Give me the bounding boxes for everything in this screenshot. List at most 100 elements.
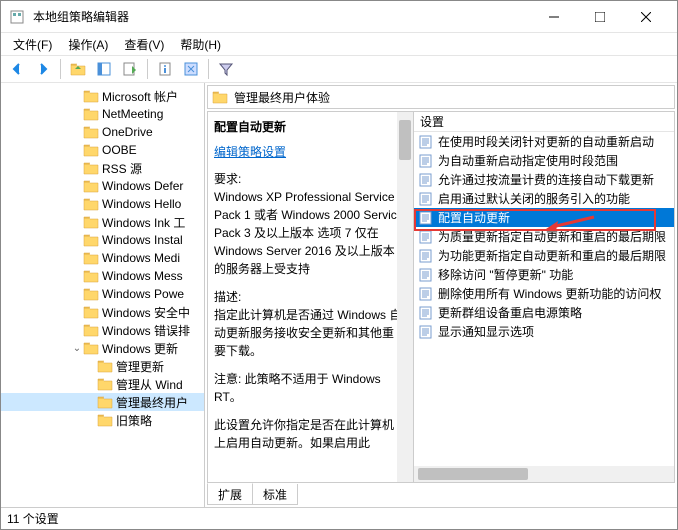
policy-icon xyxy=(418,249,434,263)
status-count: 11 个设置 xyxy=(7,510,59,527)
tree-item-label: Windows Ink 工 xyxy=(102,214,185,231)
setting-row[interactable]: 允许通过按流量计费的连接自动下载更新 xyxy=(414,170,674,189)
policy-icon xyxy=(418,211,434,225)
export-button[interactable] xyxy=(118,57,142,81)
tree-item-label: Windows Defer xyxy=(102,179,183,193)
setting-row[interactable]: 移除访问 "暂停更新" 功能 xyxy=(414,265,674,284)
tree-item[interactable]: Windows Powe xyxy=(1,285,204,303)
description-scrollbar[interactable] xyxy=(397,112,413,482)
folder-icon xyxy=(83,287,99,301)
tree-item[interactable]: Windows Ink 工 xyxy=(1,213,204,231)
forward-button[interactable] xyxy=(31,57,55,81)
folder-icon xyxy=(83,179,99,193)
tab-extended[interactable]: 扩展 xyxy=(207,483,253,505)
tree-item[interactable]: 旧策略 xyxy=(1,411,204,429)
chevron-down-icon[interactable]: ⌄ xyxy=(71,343,83,354)
policy-icon xyxy=(418,268,434,282)
tree-item[interactable]: Microsoft 帐户 xyxy=(1,87,204,105)
tree-item[interactable]: Windows Hello xyxy=(1,195,204,213)
up-button[interactable] xyxy=(66,57,90,81)
content-panel: 管理最终用户体验 配置自动更新 编辑策略设置 要求: Windows XP Pr… xyxy=(205,83,677,507)
setting-row[interactable]: 删除使用所有 Windows 更新功能的访问权 xyxy=(414,284,674,303)
tree-item[interactable]: Windows 错误排 xyxy=(1,321,204,339)
setting-row[interactable]: 为质量更新指定自动更新和重启的最后期限 xyxy=(414,227,674,246)
menu-file[interactable]: 文件(F) xyxy=(5,34,60,55)
tree-item[interactable]: Windows 安全中 xyxy=(1,303,204,321)
tree-item[interactable]: NetMeeting xyxy=(1,105,204,123)
tree-item-label: OneDrive xyxy=(102,125,153,139)
tree-item-label: 管理更新 xyxy=(116,358,164,375)
folder-icon xyxy=(83,197,99,211)
edit-policy-link[interactable]: 编辑策略设置 xyxy=(214,143,286,160)
menu-action[interactable]: 操作(A) xyxy=(60,34,116,55)
folder-icon xyxy=(83,341,99,355)
tree-item[interactable]: Windows Medi xyxy=(1,249,204,267)
tree-item[interactable]: 管理最终用户 xyxy=(1,393,204,411)
tree-item[interactable]: ⌄ Windows 更新 xyxy=(1,339,204,357)
content-header-title: 管理最终用户体验 xyxy=(234,89,330,106)
setting-row[interactable]: 更新群组设备重启电源策略 xyxy=(414,303,674,322)
folder-icon xyxy=(83,233,99,247)
policy-icon xyxy=(418,154,434,168)
setting-row[interactable]: 为自动重新启动指定使用时段范围 xyxy=(414,151,674,170)
maximize-button[interactable] xyxy=(577,1,623,33)
folder-icon xyxy=(83,89,99,103)
setting-row[interactable]: 启用通过默认关闭的服务引入的功能 xyxy=(414,189,674,208)
tree-item[interactable]: Windows Mess xyxy=(1,267,204,285)
tree[interactable]: Microsoft 帐户NetMeeting OneDrive OOBERSS 源 W… xyxy=(1,83,204,507)
tree-item[interactable]: OOBE xyxy=(1,141,204,159)
show-hide-tree-button[interactable] xyxy=(92,57,116,81)
policy-icon xyxy=(418,287,434,301)
statusbar: 11 个设置 xyxy=(1,507,677,529)
setting-row[interactable]: 显示通知显示选项 xyxy=(414,322,674,341)
content-header: 管理最终用户体验 xyxy=(207,85,675,109)
properties-button[interactable] xyxy=(153,57,177,81)
tree-item-label: 管理从 Wind xyxy=(116,376,183,393)
tree-item[interactable]: Windows Defer xyxy=(1,177,204,195)
tree-item[interactable]: 管理更新 xyxy=(1,357,204,375)
policy-icon xyxy=(418,192,434,206)
minimize-button[interactable] xyxy=(531,1,577,33)
setting-row[interactable]: 在使用时段关闭针对更新的自动重新启动 xyxy=(414,132,674,151)
tree-item-label: Windows Medi xyxy=(102,251,180,265)
tree-item[interactable]: 管理从 Wind xyxy=(1,375,204,393)
tree-item-label: 旧策略 xyxy=(116,412,152,429)
settings-column-header[interactable]: 设置 xyxy=(414,112,674,132)
settings-hscrollbar[interactable] xyxy=(414,466,674,482)
tree-item[interactable]: Windows Instal xyxy=(1,231,204,249)
close-button[interactable] xyxy=(623,1,669,33)
menu-view[interactable]: 查看(V) xyxy=(116,34,172,55)
policy-icon xyxy=(418,173,434,187)
folder-icon xyxy=(83,269,99,283)
tab-standard[interactable]: 标准 xyxy=(252,484,298,505)
toolbar xyxy=(1,55,677,83)
tree-item[interactable]: OneDrive xyxy=(1,123,204,141)
folder-icon xyxy=(212,90,228,104)
tree-panel: Microsoft 帐户NetMeeting OneDrive OOBERSS 源 W… xyxy=(1,83,205,507)
setting-label: 启用通过默认关闭的服务引入的功能 xyxy=(438,190,630,207)
tree-item-label: Windows 更新 xyxy=(102,340,178,357)
menu-help[interactable]: 帮助(H) xyxy=(172,34,229,55)
setting-row[interactable]: 配置自动更新 xyxy=(414,208,674,227)
setting-label: 显示通知显示选项 xyxy=(438,323,534,340)
folder-icon xyxy=(83,143,99,157)
setting-label: 允许通过按流量计费的连接自动下载更新 xyxy=(438,171,654,188)
tree-item-label: Microsoft 帐户 xyxy=(102,88,178,105)
filter-button[interactable] xyxy=(214,57,238,81)
folder-icon xyxy=(83,125,99,139)
tree-item-label: Windows 错误排 xyxy=(102,322,190,339)
refresh-button[interactable] xyxy=(179,57,203,81)
description-text: 指定此计算机是否通过 Windows 自动更新服务接收安全更新和其他重要下载。 xyxy=(214,306,405,360)
back-button[interactable] xyxy=(5,57,29,81)
setting-label: 为自动重新启动指定使用时段范围 xyxy=(438,152,618,169)
folder-icon xyxy=(83,215,99,229)
setting-label: 在使用时段关闭针对更新的自动重新启动 xyxy=(438,133,654,150)
folder-icon xyxy=(83,107,99,121)
folder-icon xyxy=(97,395,113,409)
setting-label: 移除访问 "暂停更新" 功能 xyxy=(438,266,573,283)
tree-item[interactable]: RSS 源 xyxy=(1,159,204,177)
setting-row[interactable]: 为功能更新指定自动更新和重启的最后期限 xyxy=(414,246,674,265)
settings-list[interactable]: 在使用时段关闭针对更新的自动重新启动为自动重新启动指定使用时段范围允许通过按流量… xyxy=(414,132,674,466)
setting-label: 更新群组设备重启电源策略 xyxy=(438,304,582,321)
app-icon xyxy=(9,9,25,25)
